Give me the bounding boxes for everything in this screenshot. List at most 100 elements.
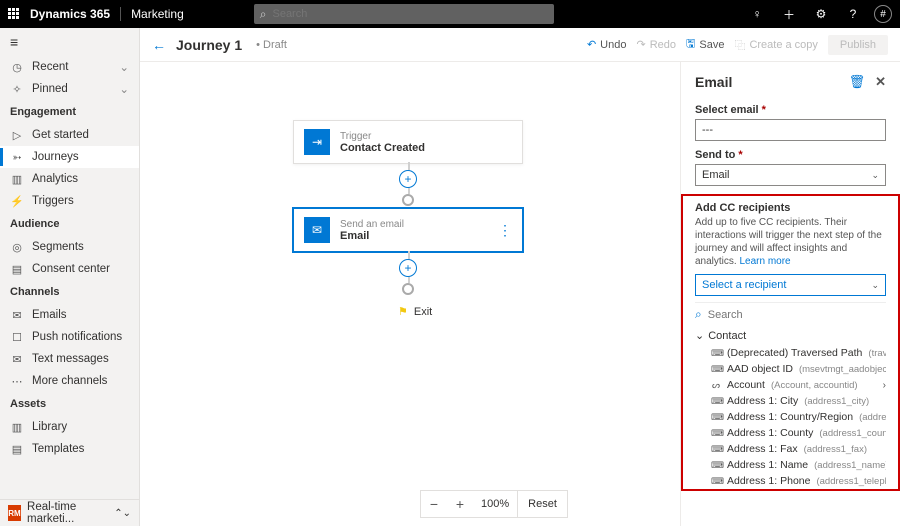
avatar[interactable]: #	[874, 5, 892, 23]
nav-triggers[interactable]: ⚡ Triggers	[0, 190, 139, 212]
plus-icon[interactable]: ＋	[778, 6, 800, 23]
add-step-button[interactable]: +	[399, 170, 417, 188]
chevron-updown-icon: ⌃⌄	[114, 508, 131, 519]
help-icon[interactable]: ?	[842, 7, 864, 21]
nav-group-assets: Assets	[0, 392, 139, 416]
picker-item[interactable]: ⌨Address 1: City (address1_city)	[695, 393, 886, 409]
picker-search-input[interactable]	[708, 309, 886, 321]
select-email-dropdown[interactable]: ---	[695, 119, 886, 141]
field-icon: ⌨	[711, 444, 721, 455]
picker-item[interactable]: ⌨AAD object ID (msevtmgt_aadobjectid)	[695, 361, 886, 377]
dropdown-placeholder: Select a recipient	[702, 279, 786, 291]
play-icon: ▷	[10, 129, 24, 142]
field-icon: ⌨	[711, 476, 721, 487]
nav-recent[interactable]: ◷Recent⌄	[0, 56, 139, 78]
nav-emails[interactable]: ✉Emails	[0, 304, 139, 326]
nav-templates[interactable]: ▤Templates	[0, 438, 139, 460]
area-label: Marketing	[131, 7, 184, 21]
picker-item[interactable]: ⌨Address 1: Fax (address1_fax)	[695, 441, 886, 457]
library-icon: ▥	[10, 421, 24, 434]
cc-description: Add up to five CC recipients. Their inte…	[695, 216, 886, 268]
app-launcher-icon[interactable]	[8, 8, 20, 20]
panel-title: Email	[695, 74, 732, 90]
chevron-down-icon: ⌄	[871, 170, 879, 181]
learn-more-link[interactable]: Learn more	[739, 256, 790, 267]
nav-label: Consent center	[32, 263, 110, 275]
nav-push[interactable]: ☐Push notifications	[0, 326, 139, 348]
email-tile-icon: ✉	[304, 217, 330, 243]
nav-more-channels[interactable]: ⋯More channels	[0, 370, 139, 392]
zoom-reset-button[interactable]: Reset	[517, 491, 567, 517]
zoom-in-button[interactable]: +	[447, 496, 473, 512]
picker-search[interactable]: ⌕	[695, 303, 886, 326]
nav-label: Triggers	[32, 195, 74, 207]
item-logical-name: (address1_name)	[814, 460, 886, 471]
redo-button[interactable]: ↷Redo	[636, 38, 676, 51]
item-name: Address 1: Country/Region	[727, 411, 853, 423]
picker-item[interactable]: ⌨Address 1: Name (address1_name)	[695, 457, 886, 473]
global-search[interactable]: ⌕	[254, 4, 554, 24]
zoom-out-button[interactable]: −	[421, 496, 447, 512]
more-icon: ⋯	[10, 375, 24, 388]
nav-label: Segments	[32, 241, 84, 253]
close-icon[interactable]: ✕	[875, 74, 886, 90]
nav-get-started[interactable]: ▷Get started	[0, 124, 139, 146]
chevron-down-icon: ⌄	[119, 60, 129, 74]
chevron-down-icon: ⌄	[119, 82, 129, 96]
nav-analytics[interactable]: ▥Analytics	[0, 168, 139, 190]
picker-item[interactable]: ᔕAccount (Account, accountid)›	[695, 377, 886, 393]
nav-library[interactable]: ▥ Library	[0, 416, 139, 438]
email-node[interactable]: ✉ Send an email Email ⋮	[293, 208, 523, 252]
item-logical-name: (Account, accountid)	[771, 380, 858, 391]
undo-button[interactable]: ↶Undo	[587, 38, 627, 51]
flag-icon: ⚑	[398, 305, 408, 318]
search-input[interactable]	[272, 8, 547, 20]
cmd-label: Save	[699, 39, 724, 51]
chevron-down-icon: ⌄	[695, 329, 704, 342]
delete-icon[interactable]: 🗑	[849, 74, 866, 90]
trigger-node[interactable]: ⇥ Trigger Contact Created	[293, 120, 523, 164]
nav-label: Text messages	[32, 353, 109, 365]
templates-icon: ▤	[10, 443, 24, 456]
picker-item[interactable]: ⌨Address 1: Country/Region (address1_cou…	[695, 409, 886, 425]
nav-segments[interactable]: ◎Segments	[0, 236, 139, 258]
field-icon: ⌨	[711, 460, 721, 471]
nav-area-switcher[interactable]: RM Real-time marketi... ⌃⌄	[0, 500, 139, 526]
nav-pinned[interactable]: ✧Pinned⌄	[0, 78, 139, 100]
nav-group-channels: Channels	[0, 280, 139, 304]
item-name: AAD object ID	[727, 363, 793, 375]
item-name: Account	[727, 379, 765, 391]
nav-consent[interactable]: ▤Consent center	[0, 258, 139, 280]
add-step-button[interactable]: +	[399, 259, 417, 277]
gear-icon[interactable]: ⚙	[810, 7, 832, 21]
main-area: ← Journey 1 • Draft ↶Undo ↷Redo 🖫Save ⿻C…	[140, 28, 900, 526]
create-copy-button[interactable]: ⿻Create a copy	[734, 37, 817, 53]
send-to-dropdown[interactable]: Email ⌄	[695, 164, 886, 186]
connector-line	[408, 162, 410, 170]
publish-button[interactable]: Publish	[828, 35, 888, 55]
journey-canvas[interactable]: ⇥ Trigger Contact Created + ✉ Send an em…	[140, 62, 900, 526]
nav-journeys[interactable]: ➳Journeys	[0, 146, 139, 168]
nav-text[interactable]: ✉ Text messages	[0, 348, 139, 370]
cc-recipient-dropdown[interactable]: Select a recipient⌄	[695, 274, 886, 296]
node-more-icon[interactable]: ⋮	[498, 222, 512, 239]
picker-item[interactable]: ⌨(Deprecated) Traversed Path (traversedp…	[695, 345, 886, 361]
trigger-icon: ⚡	[10, 195, 24, 208]
dropdown-value: Email	[702, 169, 730, 181]
exit-node: ⚑ Exit	[398, 305, 432, 318]
lightbulb-icon[interactable]: ♀	[746, 7, 768, 21]
sms-icon: ✉	[10, 353, 24, 366]
nav-label: Library	[32, 421, 67, 433]
send-to-label: Send to *	[695, 149, 886, 161]
nav-group-engagement: Engagement	[0, 100, 139, 124]
back-button[interactable]: ←	[152, 37, 166, 53]
picker-item[interactable]: ⌨Address 1: Phone (address1_telephone1)	[695, 473, 886, 489]
field-icon: ⌨	[711, 412, 721, 423]
field-icon: ⌨	[711, 396, 721, 407]
picker-group-contact[interactable]: ⌄Contact	[695, 326, 886, 345]
save-button[interactable]: 🖫Save	[686, 35, 724, 54]
picker-item[interactable]: ⌨Address 1: County (address1_county)	[695, 425, 886, 441]
cc-title: Add CC recipients	[695, 202, 886, 214]
field-icon: ⌨	[711, 364, 721, 375]
nav-hamburger-icon[interactable]: ≡	[0, 28, 139, 56]
